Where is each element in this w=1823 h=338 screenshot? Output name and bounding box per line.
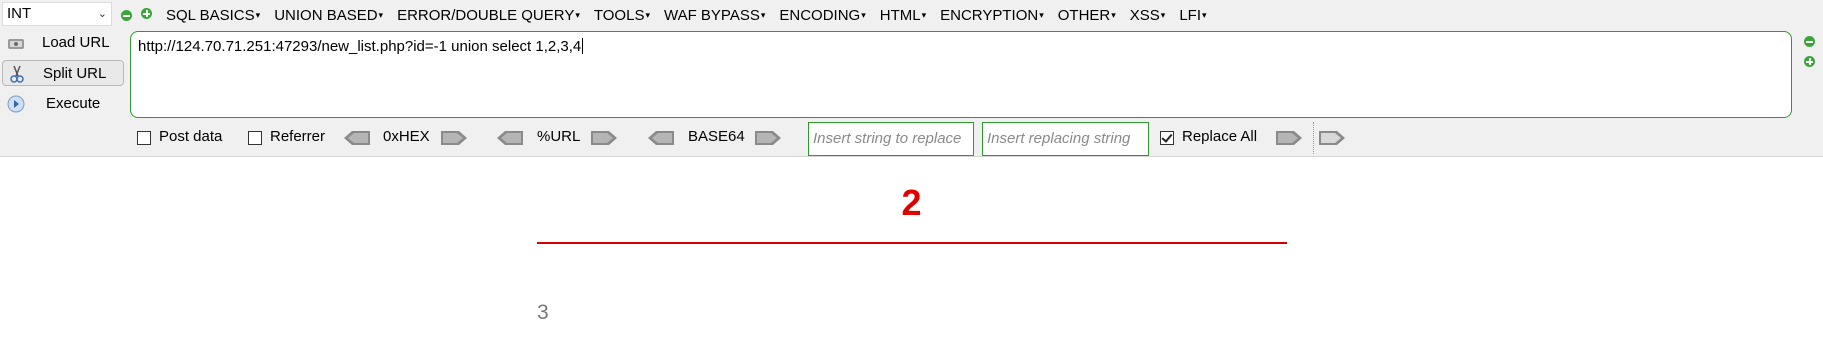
replace-arrow-icon[interactable] (1274, 130, 1304, 146)
scissors-icon (10, 65, 24, 83)
hackbar-toolbar: INT ⌄ SQL BASICS UNION BASED ERROR/DOUBL… (0, 0, 1823, 157)
menu-tools[interactable]: TOOLS (594, 4, 650, 26)
referrer-checkbox[interactable] (248, 131, 262, 145)
replacing-string-input[interactable]: Insert replacing string (982, 122, 1149, 156)
hex-label: 0xHEX (383, 128, 430, 145)
split-url-label: Split URL (43, 65, 107, 82)
execute-button[interactable]: Execute (2, 91, 124, 117)
load-url-button[interactable]: Load URL (2, 30, 124, 56)
base64-decode-arrow-icon[interactable] (646, 130, 676, 146)
red-divider (537, 242, 1287, 244)
url-text: http://124.70.71.251:47293/new_list.php?… (138, 38, 582, 55)
menu-encoding[interactable]: ENCODING (779, 4, 865, 26)
replace-string-placeholder: Insert string to replace (813, 130, 962, 147)
base64-encode-arrow-icon[interactable] (753, 130, 783, 146)
split-url-button[interactable]: Split URL (2, 60, 124, 86)
replace-all-label: Replace All (1182, 128, 1258, 145)
type-select-value: INT (7, 5, 32, 22)
menu-sql-basics[interactable]: SQL BASICS (166, 4, 260, 26)
url-decode-arrow-icon[interactable] (495, 130, 525, 146)
shrink-minus-icon[interactable] (1804, 36, 1815, 47)
replace-all-checkbox[interactable] (1160, 131, 1174, 145)
hex-decode-arrow-icon[interactable] (342, 130, 372, 146)
referrer-label: Referrer (270, 128, 326, 145)
menu-error-double-query[interactable]: ERROR/DOUBLE QUERY (397, 4, 580, 26)
replace-extra-arrow-icon[interactable] (1317, 130, 1347, 146)
menu-waf-bypass[interactable]: WAF BYPASS (664, 4, 765, 26)
result-number: 2 (901, 182, 922, 223)
url-textarea[interactable]: http://124.70.71.251:47293/new_list.php?… (130, 31, 1792, 118)
chevron-down-icon: ⌄ (97, 8, 107, 20)
base64-label: BASE64 (688, 128, 745, 145)
replace-string-input[interactable]: Insert string to replace (808, 122, 974, 156)
menu-lfi[interactable]: LFI (1179, 4, 1206, 26)
expand-plus-icon[interactable] (141, 8, 152, 19)
menu-html[interactable]: HTML (880, 4, 926, 26)
menu-xss[interactable]: XSS (1130, 4, 1166, 26)
post-data-label: Post data (159, 128, 223, 145)
menu-other[interactable]: OTHER (1058, 4, 1116, 26)
type-select[interactable]: INT ⌄ (2, 2, 112, 26)
url-encode-arrow-icon[interactable] (589, 130, 619, 146)
hex-encode-arrow-icon[interactable] (439, 130, 469, 146)
execute-label: Execute (46, 95, 101, 112)
url-encode-label: %URL (537, 128, 581, 145)
top-menu: SQL BASICS UNION BASED ERROR/DOUBLE QUER… (166, 4, 1207, 26)
play-icon (7, 95, 25, 113)
grow-plus-icon[interactable] (1804, 56, 1815, 67)
load-url-icon (8, 39, 24, 49)
replacing-string-placeholder: Insert replacing string (987, 130, 1131, 147)
separator (1313, 122, 1314, 154)
menu-union-based[interactable]: UNION BASED (274, 4, 383, 26)
menu-encryption[interactable]: ENCRYPTION (940, 4, 1044, 26)
load-url-label: Load URL (42, 34, 110, 51)
collapse-minus-icon[interactable] (121, 10, 132, 21)
secondary-number: 3 (537, 301, 549, 324)
post-data-checkbox[interactable] (137, 131, 151, 145)
